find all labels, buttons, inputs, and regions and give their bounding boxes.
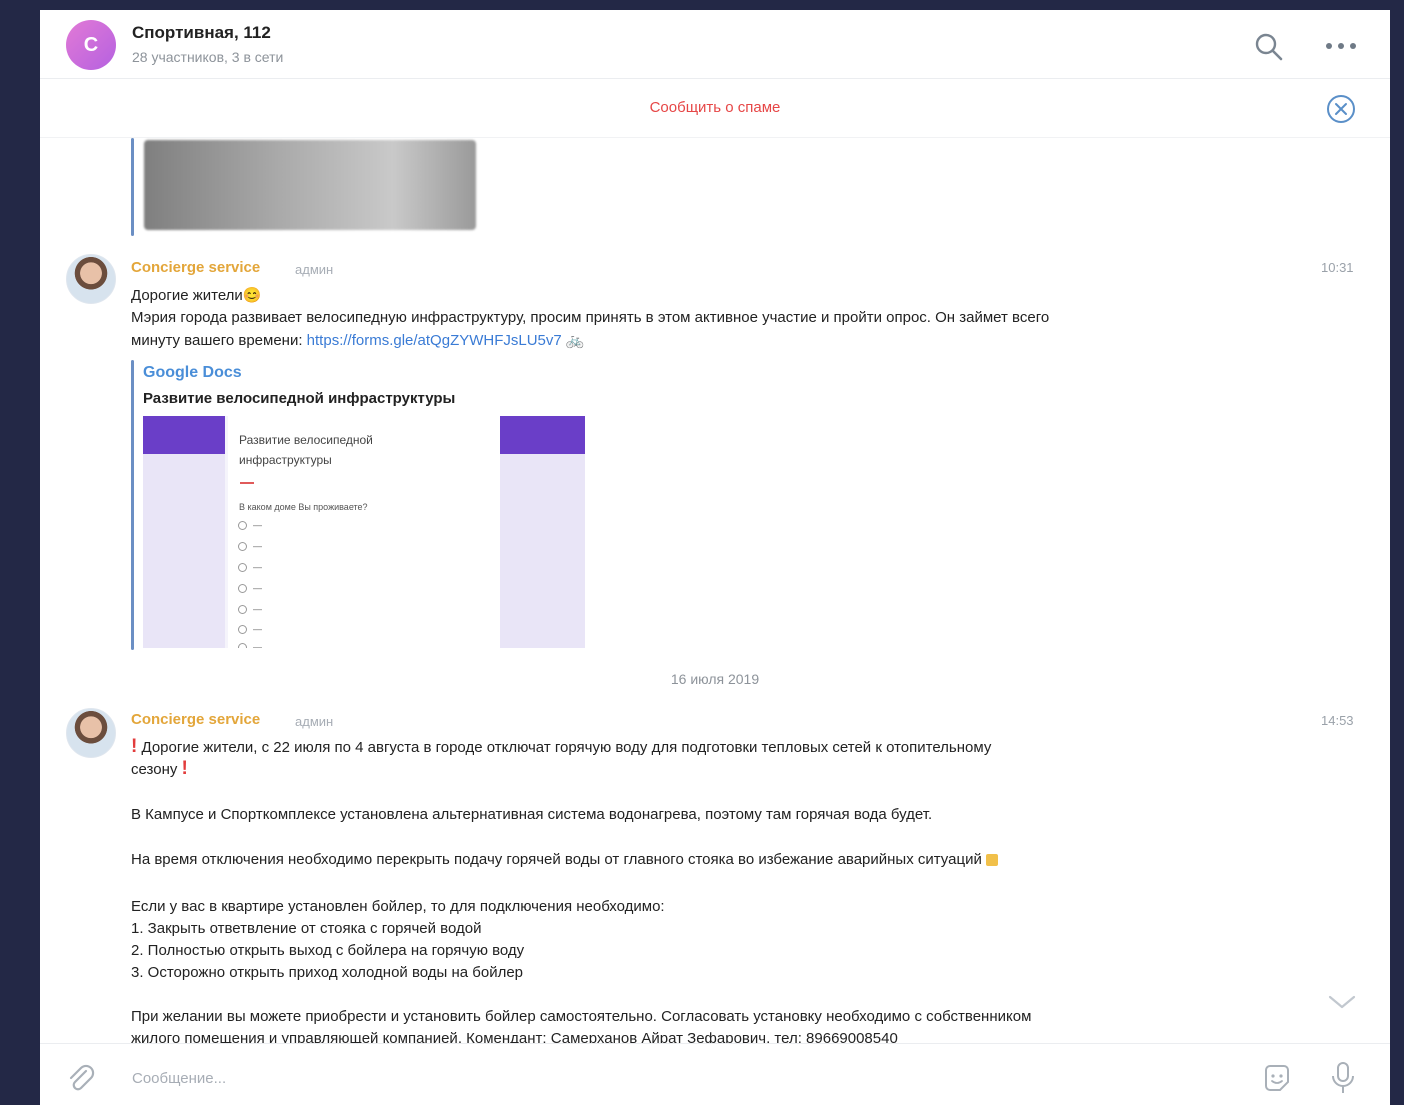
snippet-bar (131, 360, 134, 650)
chevron-down-icon[interactable] (1324, 990, 1360, 1014)
message-text: 3. Осторожно открыть приход холодной вод… (131, 964, 524, 981)
survey-link[interactable]: https://forms.gle/atQgZYWHFJsLU5v7 (307, 332, 562, 349)
message-text: На время отключения необходимо перекрыть… (131, 851, 998, 868)
message-text-fragment: На время отключения необходимо перекрыть… (131, 851, 986, 868)
sender-avatar[interactable] (66, 254, 116, 304)
message-text: Если у вас в квартире установлен бойлер,… (131, 898, 665, 915)
sender-role: админ (295, 714, 334, 729)
message-text: 1. Закрыть ответвление от стояка с горяч… (131, 920, 482, 937)
preview-option: — (238, 541, 262, 551)
preview-form-card: Развитие велосипедной инфраструктуры В к… (228, 416, 500, 648)
spam-report-bar: Сообщить о спаме (40, 79, 1390, 138)
mic-icon[interactable] (1328, 1060, 1358, 1096)
message-text: ! Дорогие жители, с 22 июля по 4 августа… (131, 736, 991, 758)
chat-title[interactable]: Спортивная, 112 (132, 23, 271, 43)
message-input[interactable] (130, 1064, 1234, 1092)
sticker-icon[interactable] (1260, 1062, 1294, 1096)
message-text: минуту вашего времени: https://forms.gle… (131, 331, 585, 349)
preview-question: В каком доме Вы проживаете? (239, 502, 368, 512)
chat-members-count: 28 участников, 3 в сети (132, 49, 284, 65)
quote-bar (131, 138, 134, 236)
preview-required-mark (240, 482, 254, 484)
message-text-fragment: Дорогие жители, с 22 июля по 4 августа в… (137, 739, 992, 756)
chat-header: С Спортивная, 112 28 участников, 3 в сет… (40, 10, 1390, 79)
close-icon[interactable] (1324, 92, 1358, 126)
message-text: Мэрия города развивает велосипедную инфр… (131, 309, 1050, 326)
snippet-site-name[interactable]: Google Docs (143, 364, 242, 382)
preview-option: — (238, 624, 262, 634)
report-spam-link[interactable]: Сообщить о спаме (40, 99, 1390, 116)
preview-header-bar (500, 416, 585, 454)
sender-name[interactable]: Concierge service (131, 259, 260, 276)
sender-avatar[interactable] (66, 708, 116, 758)
message-time: 14:53 (1321, 713, 1354, 728)
bicycle-emoji: 🚲 (565, 332, 585, 349)
snippet-title[interactable]: Развитие велосипедной инфраструктуры (143, 390, 455, 407)
message-time: 10:31 (1321, 260, 1354, 275)
message-text-fragment: сезону (131, 761, 182, 778)
preview-option: — (238, 583, 262, 593)
attach-icon[interactable] (64, 1062, 98, 1096)
message-text: сезону ! (131, 758, 188, 780)
date-separator: 16 июля 2019 (670, 671, 760, 687)
message-text-prefix: минуту вашего времени: (131, 332, 307, 349)
sender-role: админ (295, 262, 334, 277)
search-icon[interactable] (1252, 30, 1286, 64)
sender-name[interactable]: Concierge service (131, 711, 260, 728)
preview-option: — (238, 520, 262, 530)
warning-icon (986, 854, 998, 867)
preview-header-bar (143, 416, 225, 454)
message-feed: Concierge service админ 10:31 Дорогие жи… (40, 138, 1390, 1047)
blurred-image-attachment[interactable] (144, 140, 476, 230)
message-composer (40, 1043, 1390, 1105)
preview-form-title: инфраструктуры (239, 453, 332, 467)
chat-avatar[interactable]: С (66, 20, 116, 70)
message-greeting: Дорогие жители😊 (131, 287, 262, 304)
message-text: 2. Полностью открыть выход с бойлера на … (131, 942, 525, 959)
preview-form-title: Развитие велосипедной (239, 433, 373, 447)
snippet-preview-image[interactable]: Развитие велосипедной инфраструктуры В к… (143, 416, 585, 648)
exclamation-icon: ! (181, 758, 188, 779)
preview-option: — (238, 642, 262, 648)
preview-option: — (238, 604, 262, 614)
message-text: В Кампусе и Спорткомплексе установлена а… (131, 806, 933, 823)
message-text: При желании вы можете приобрести и устан… (131, 1008, 1032, 1025)
preview-option: — (238, 562, 262, 572)
chat-window: С Спортивная, 112 28 участников, 3 в сет… (40, 10, 1390, 1105)
more-icon[interactable] (1323, 36, 1359, 56)
